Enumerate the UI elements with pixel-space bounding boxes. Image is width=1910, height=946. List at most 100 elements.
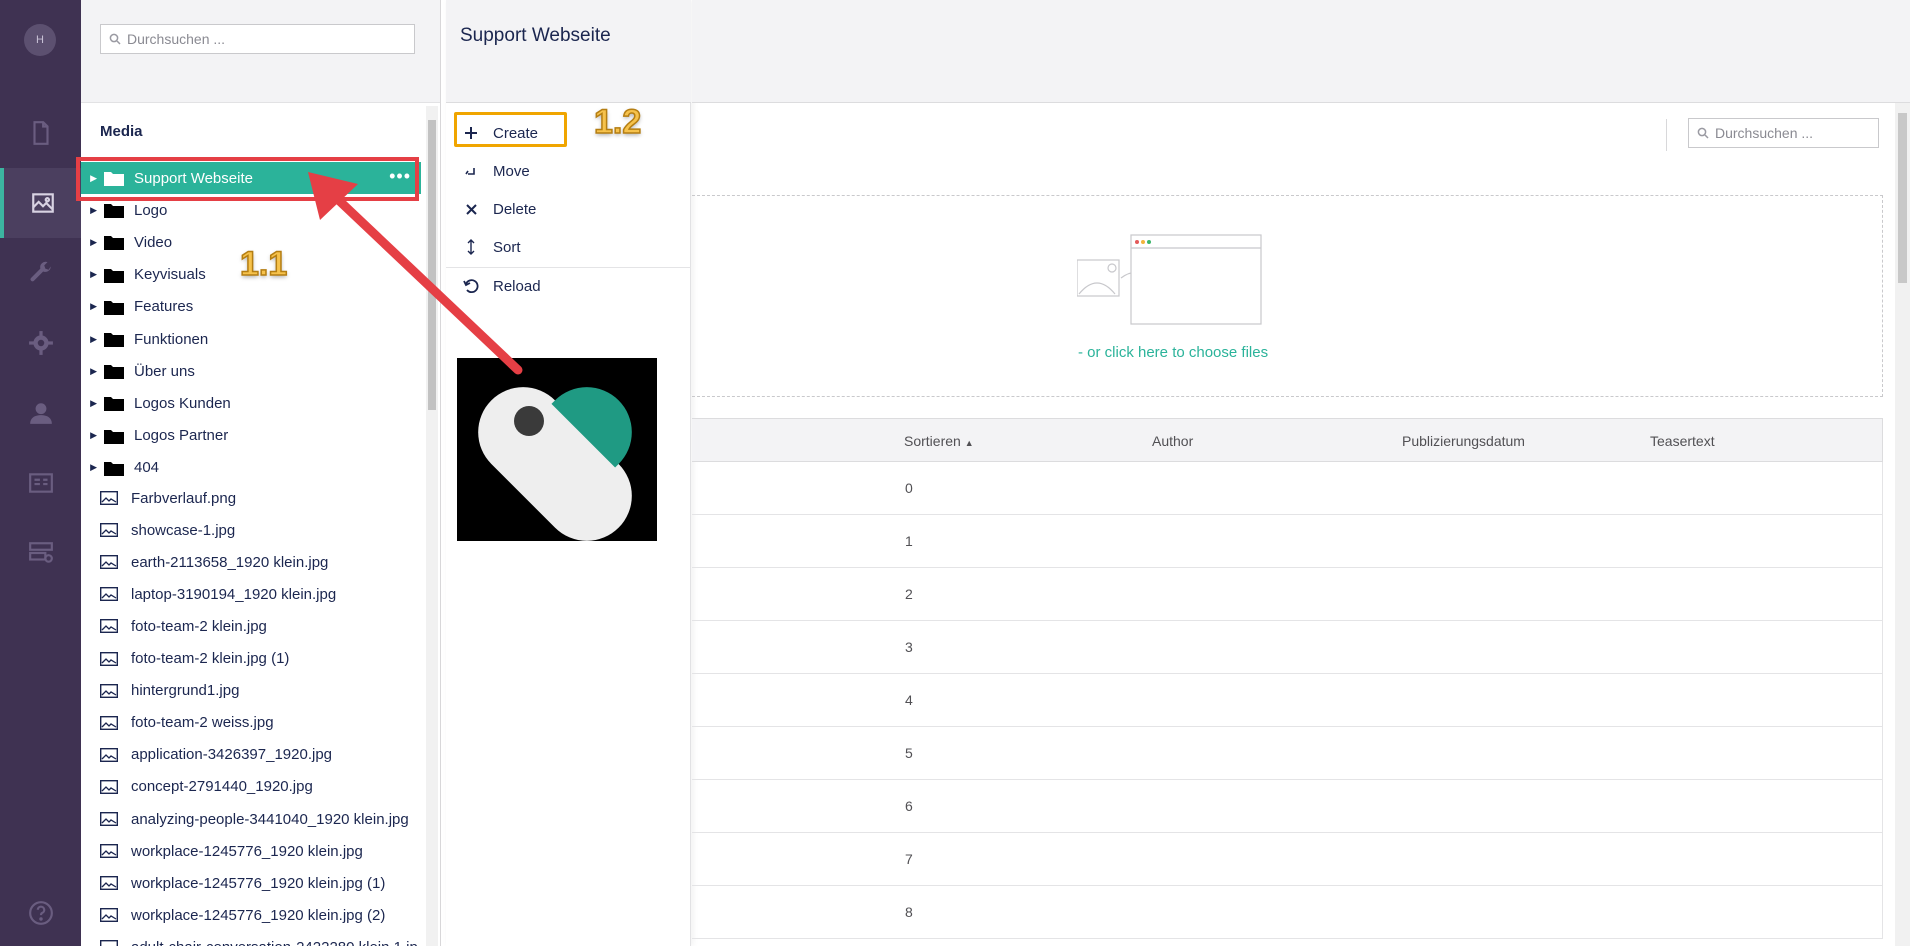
sort-order-cell: 8 xyxy=(905,904,913,920)
column-author[interactable]: Author xyxy=(1152,433,1193,449)
tree-file-label: workplace-1245776_1920 klein.jpg (1) xyxy=(131,874,386,892)
media-section-icon[interactable] xyxy=(0,168,81,238)
table-row[interactable]: 3 xyxy=(692,621,1883,674)
tree-file[interactable]: foto-team-2 klein.jpg xyxy=(81,610,421,642)
image-file-icon xyxy=(100,812,118,826)
tree-folder[interactable]: ▶ 404 xyxy=(81,452,421,484)
tree-folder-label: Über uns xyxy=(134,362,195,380)
expand-caret-icon[interactable]: ▶ xyxy=(81,237,101,248)
image-file-icon xyxy=(100,651,118,666)
content-section-icon[interactable] xyxy=(0,98,81,168)
column-publizierungsdatum[interactable]: Publizierungsdatum xyxy=(1402,433,1525,449)
tree-file[interactable]: showcase-1.jpg xyxy=(81,514,421,546)
image-file-icon xyxy=(100,747,118,762)
sort-order-cell: 7 xyxy=(905,851,913,867)
tree-file[interactable]: hintergrund1.jpg xyxy=(81,675,421,707)
folder-icon xyxy=(104,204,124,219)
image-file-icon xyxy=(100,523,118,538)
tree-file[interactable]: workplace-1245776_1920 klein.jpg xyxy=(81,835,421,867)
tree-file[interactable]: workplace-1245776_1920 klein.jpg (2) xyxy=(81,899,421,931)
sort-order-cell: 3 xyxy=(905,639,913,655)
tree-file[interactable]: earth-2113658_1920 klein.jpg xyxy=(81,546,421,578)
tree-file-label: application-3426397_1920.jpg xyxy=(131,746,333,764)
help-icon[interactable] xyxy=(0,878,81,946)
tree-file[interactable]: laptop-3190194_1920 klein.jpg xyxy=(81,578,421,610)
settings-wrench-icon[interactable] xyxy=(0,238,81,308)
image-file-icon xyxy=(100,940,118,946)
tree-file[interactable]: Farbverlauf.png xyxy=(81,482,421,514)
tree-search-input[interactable]: Durchsuchen ... xyxy=(100,24,415,54)
image-file-icon xyxy=(100,779,118,794)
tree-folder-label: 404 xyxy=(134,459,160,477)
tree-folder-label: Funktionen xyxy=(134,330,209,348)
expand-caret-icon[interactable]: ▶ xyxy=(81,301,101,312)
user-avatar[interactable]: H xyxy=(24,24,56,56)
image-file-icon xyxy=(100,555,118,570)
upload-dropzone[interactable] xyxy=(692,195,1883,397)
main-scrollbar[interactable] xyxy=(1895,103,1910,946)
tree-folder-label: Features xyxy=(134,298,194,316)
table-row[interactable]: 6 xyxy=(692,780,1883,833)
step-label-1-2: 1.2 xyxy=(593,102,642,142)
table-row[interactable]: 4 xyxy=(692,674,1883,727)
gear-icon[interactable] xyxy=(0,308,81,378)
tree-file[interactable]: foto-team-2 klein.jpg (1) xyxy=(81,643,421,675)
tree-file[interactable]: foto-team-2 weiss.jpg xyxy=(81,707,421,739)
tree-file-label: foto-team-2 klein.jpg xyxy=(131,617,267,635)
expand-caret-icon[interactable]: ▶ xyxy=(81,398,101,409)
search-icon xyxy=(1697,127,1709,139)
tree-folder-label: Video xyxy=(134,233,173,251)
expand-caret-icon[interactable]: ▶ xyxy=(81,366,101,377)
table-row[interactable]: 1 xyxy=(692,515,1883,568)
tree-file-label: hintergrund1.jpg xyxy=(131,682,240,700)
expand-caret-icon[interactable]: ▶ xyxy=(81,430,101,441)
actions-header: Support Webseite xyxy=(446,0,691,103)
expand-caret-icon[interactable]: ▶ xyxy=(81,334,101,345)
step-label-1-1: 1.1 xyxy=(239,244,288,284)
expand-caret-icon[interactable]: ▶ xyxy=(81,462,101,473)
tree-file[interactable]: workplace-1245776_1920 klein.jpg (1) xyxy=(81,867,421,899)
main-search-input[interactable]: Durchsuchen ... xyxy=(1688,118,1879,148)
members-user-icon[interactable] xyxy=(0,378,81,448)
tree-folder[interactable]: ▶ Logos Kunden xyxy=(81,387,421,419)
image-file-icon xyxy=(100,715,118,730)
tree-section-title: Media xyxy=(100,123,143,140)
folder-icon xyxy=(104,365,124,380)
table-row[interactable]: 7 xyxy=(692,833,1883,886)
actions-panel-title: Support Webseite xyxy=(460,25,611,46)
table-row[interactable]: 2 xyxy=(692,568,1883,621)
tree-file-label: workplace-1245776_1920 klein.jpg xyxy=(131,842,363,860)
upload-illustration-icon xyxy=(1077,234,1262,325)
folder-icon xyxy=(104,333,124,347)
expand-caret-icon[interactable]: ▶ xyxy=(81,269,101,280)
main-header xyxy=(692,0,1910,103)
forms-card-icon[interactable] xyxy=(0,448,81,518)
tree-folder[interactable]: ▶ Logos Partner xyxy=(81,420,421,452)
table-row[interactable]: 8 xyxy=(692,886,1883,939)
image-file-icon xyxy=(100,844,118,859)
tree-file[interactable]: analyzing-people-3441040_1920 klein.jpg xyxy=(81,803,421,835)
table-header: Sortieren ▲ Author Publizierungsdatum Te… xyxy=(692,418,1883,462)
tree-file[interactable]: adult-chair-conversation-2422280 klein 1… xyxy=(81,931,421,946)
tree-header: Durchsuchen ... xyxy=(81,0,440,103)
table-row[interactable]: 0 xyxy=(692,462,1883,515)
image-file-icon xyxy=(100,908,118,923)
column-sortieren[interactable]: Sortieren ▲ xyxy=(904,433,974,449)
image-file-icon xyxy=(100,619,118,634)
tree-folder-label: Logo xyxy=(134,201,168,219)
choose-files-link[interactable]: - or click here to choose files xyxy=(1078,344,1268,361)
tree-file-label: workplace-1245776_1920 klein.jpg (2) xyxy=(131,906,386,924)
media-tree-panel: Durchsuchen ... Media ▶ Support Webseite •… xyxy=(81,0,441,946)
sort-order-cell: 1 xyxy=(905,533,913,549)
expand-caret-icon[interactable]: ▶ xyxy=(81,205,101,216)
create-highlight-box xyxy=(454,112,567,147)
tree-file[interactable]: application-3426397_1920.jpg xyxy=(81,739,421,771)
main-header-separator xyxy=(1666,119,1667,151)
table-row[interactable]: 5 xyxy=(692,727,1883,780)
packages-server-icon[interactable] xyxy=(0,518,81,588)
tree-file-label: laptop-3190194_1920 klein.jpg xyxy=(131,585,337,603)
sort-asc-icon: ▲ xyxy=(964,438,974,448)
column-teasertext[interactable]: Teasertext xyxy=(1650,433,1715,449)
sort-order-cell: 5 xyxy=(905,745,913,761)
tree-file[interactable]: concept-2791440_1920.jpg xyxy=(81,771,421,803)
